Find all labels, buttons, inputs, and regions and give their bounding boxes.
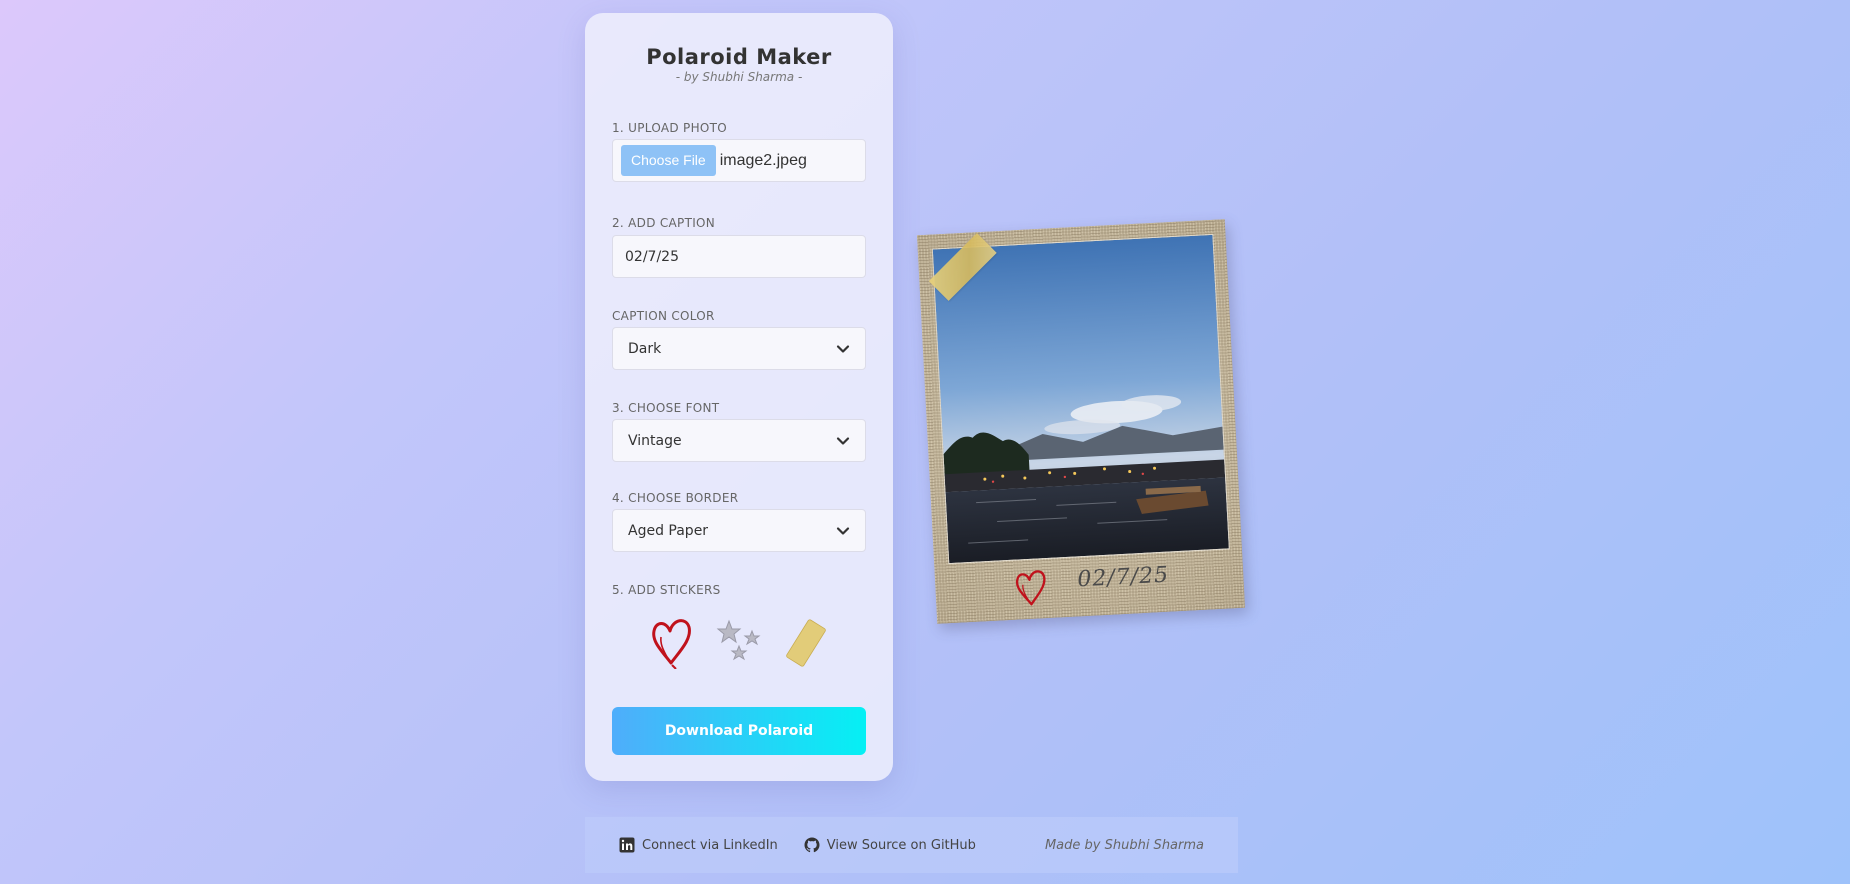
chevron-down-icon xyxy=(836,344,850,353)
stars-sticker-icon[interactable] xyxy=(714,609,764,669)
add-stickers-label: 5. ADD STICKERS xyxy=(612,583,721,597)
app-subtitle: - by Shubhi Sharma - xyxy=(675,70,803,84)
linkedin-link[interactable]: Connect via LinkedIn xyxy=(619,837,778,853)
caption-color-label: CAPTION COLOR xyxy=(612,309,715,323)
upload-photo-label: 1. UPLOAD PHOTO xyxy=(612,121,728,135)
github-icon xyxy=(804,837,820,853)
sticker-picker xyxy=(612,605,866,673)
footer: Connect via LinkedIn View Source on GitH… xyxy=(585,817,1238,873)
github-label: View Source on GitHub xyxy=(826,837,976,853)
caption-color-value: Dark xyxy=(628,340,662,357)
chevron-down-icon xyxy=(836,436,850,445)
linkedin-icon xyxy=(619,837,635,853)
choose-border-label: 4. CHOOSE BORDER xyxy=(612,491,739,505)
polaroid-preview: 02/7/25 xyxy=(917,219,1245,624)
lake-photo-image xyxy=(932,234,1229,564)
polaroid-caption: 02/7/25 xyxy=(1076,562,1170,593)
linkedin-label: Connect via LinkedIn xyxy=(642,837,778,853)
add-caption-label: 2. ADD CAPTION xyxy=(612,216,716,230)
chevron-down-icon xyxy=(836,526,850,535)
heart-sticker-icon[interactable] xyxy=(646,609,696,669)
app-title: Polaroid Maker xyxy=(646,45,832,69)
caption-color-select[interactable]: Dark xyxy=(612,327,866,370)
github-link[interactable]: View Source on GitHub xyxy=(804,837,976,853)
tape-sticker-icon[interactable] xyxy=(782,609,832,669)
border-select[interactable]: Aged Paper xyxy=(612,509,866,552)
choose-file-button[interactable]: Choose File xyxy=(621,145,716,176)
font-value: Vintage xyxy=(628,432,682,449)
download-polaroid-button[interactable]: Download Polaroid xyxy=(612,707,866,755)
choose-font-label: 3. CHOOSE FONT xyxy=(612,401,720,415)
made-by-credit: Made by Shubhi Sharma xyxy=(1044,837,1204,853)
control-panel: Polaroid Maker - by Shubhi Sharma - 1. U… xyxy=(585,13,893,781)
caption-field[interactable] xyxy=(612,235,866,278)
selected-file-name: image2.jpeg xyxy=(719,151,807,169)
border-value: Aged Paper xyxy=(628,522,709,539)
polaroid-photo xyxy=(931,233,1230,565)
caption-input[interactable] xyxy=(613,236,865,277)
font-select[interactable]: Vintage xyxy=(612,419,866,462)
file-upload-field[interactable]: Choose File image2.jpeg xyxy=(612,139,866,182)
